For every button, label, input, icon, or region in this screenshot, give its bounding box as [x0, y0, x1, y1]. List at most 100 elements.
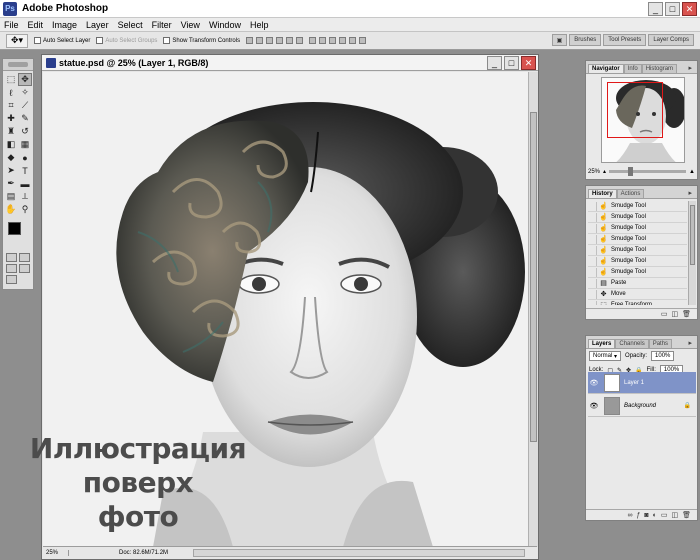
menu-image[interactable]: Image	[52, 20, 77, 30]
standard-mode-icon[interactable]	[6, 253, 17, 262]
panel-menu-icon[interactable]: ▸	[685, 338, 695, 348]
navigator-thumbnail[interactable]	[601, 77, 685, 163]
lasso-tool-icon[interactable]: ℓ	[4, 86, 18, 99]
tab-history[interactable]: History	[588, 189, 617, 198]
zoom-in-icon[interactable]: ▲	[689, 169, 695, 175]
maximize-button[interactable]: □	[665, 2, 680, 16]
zoom-out-icon[interactable]: ▴	[603, 168, 606, 175]
menu-file[interactable]: File	[4, 20, 19, 30]
distribute-bottom-icon[interactable]	[329, 37, 337, 44]
close-button[interactable]: ✕	[682, 2, 697, 16]
distribute-hcenter-icon[interactable]	[349, 37, 357, 44]
align-vcenter-icon[interactable]	[256, 37, 264, 44]
magic-wand-tool-icon[interactable]: ✧	[18, 86, 32, 99]
doc-maximize-button[interactable]: □	[504, 56, 519, 70]
new-layer-icon[interactable]: ◫	[671, 511, 678, 519]
history-item[interactable]: ☝ Smudge Tool	[588, 223, 687, 234]
horizontal-scrollbar[interactable]	[193, 549, 525, 557]
toolbox-header[interactable]	[3, 59, 33, 71]
tab-layers[interactable]: Layers	[588, 339, 616, 348]
shape-tool-icon[interactable]: ▬	[18, 177, 32, 190]
menu-filter[interactable]: Filter	[152, 20, 172, 30]
tab-info[interactable]: Info	[623, 64, 642, 73]
history-item[interactable]: ⬚Free Transform	[588, 300, 687, 305]
screen-mode-standard-icon[interactable]	[6, 264, 17, 273]
layer-mask-icon[interactable]: ◙	[644, 512, 648, 519]
foreground-color-swatch[interactable]	[8, 222, 21, 235]
new-snapshot-icon[interactable]: ◫	[671, 310, 678, 318]
show-transform-controls-checkbox[interactable]: Show Transform Controls	[163, 37, 240, 44]
type-tool-icon[interactable]: T	[18, 164, 32, 177]
navigator-zoom-slider[interactable]	[609, 167, 687, 176]
layer-row[interactable]: 👁 Layer 1	[588, 372, 696, 394]
panel-menu-icon[interactable]: ▸	[685, 63, 695, 73]
brush-tool-icon[interactable]: ✎	[18, 112, 32, 125]
distribute-left-icon[interactable]	[339, 37, 347, 44]
tab-histogram[interactable]: Histogram	[641, 64, 678, 73]
menu-edit[interactable]: Edit	[28, 20, 44, 30]
document-title-bar[interactable]: statue.psd @ 25% (Layer 1, RGB/8)	[42, 55, 538, 71]
align-left-icon[interactable]	[276, 37, 284, 44]
history-item[interactable]: ☝ Smudge Tool	[588, 267, 687, 278]
align-top-icon[interactable]	[246, 37, 254, 44]
trash-icon[interactable]: 🗑	[682, 511, 691, 519]
screen-mode-full-menu-icon[interactable]	[19, 264, 30, 273]
history-brush-tool-icon[interactable]: ↺	[18, 125, 32, 138]
eye-icon[interactable]: 👁	[588, 379, 600, 387]
history-item[interactable]: ☝ Smudge Tool	[588, 245, 687, 256]
history-item[interactable]: ▤ Paste	[588, 278, 687, 289]
auto-select-layer-checkbox[interactable]: Auto Select Layer	[34, 37, 90, 44]
zoom-tool-icon[interactable]: ⚲	[18, 203, 32, 216]
document-size-info[interactable]: Doc: 82.6M/71.2M	[119, 550, 168, 556]
new-document-icon[interactable]: ▭	[661, 310, 668, 318]
crop-tool-icon[interactable]: ⌗	[4, 99, 18, 112]
tab-paths[interactable]: Paths	[648, 339, 673, 348]
opacity-field[interactable]: 100%	[651, 351, 675, 361]
eye-icon[interactable]: 👁	[588, 402, 600, 410]
distribute-top-icon[interactable]	[309, 37, 317, 44]
layer-style-icon[interactable]: ƒ	[636, 512, 640, 519]
navigator-view-box[interactable]	[607, 82, 663, 138]
tab-actions[interactable]: Actions	[616, 189, 645, 198]
distribute-right-icon[interactable]	[359, 37, 367, 44]
healing-brush-tool-icon[interactable]: ✚	[4, 112, 18, 125]
marquee-tool-icon[interactable]: ⬚	[4, 73, 18, 86]
history-scroll-thumb[interactable]	[690, 205, 695, 265]
pen-tool-icon[interactable]: ✒	[4, 177, 18, 190]
trash-icon[interactable]: 🗑	[682, 310, 691, 318]
minimize-button[interactable]: _	[648, 2, 663, 16]
menu-window[interactable]: Window	[209, 20, 241, 30]
tab-channels[interactable]: Channels	[615, 339, 649, 348]
screen-mode-full-icon[interactable]	[6, 275, 17, 284]
zoom-level-field[interactable]: 25%	[43, 549, 69, 556]
history-item[interactable]: ☝ Smudge Tool	[588, 212, 687, 223]
menu-layer[interactable]: Layer	[86, 20, 109, 30]
dodge-tool-icon[interactable]: ●	[18, 151, 32, 164]
palette-tab-layer-comps[interactable]: Layer Comps	[648, 34, 694, 46]
panel-menu-icon[interactable]: ▸	[685, 188, 695, 198]
checkbox-box[interactable]	[163, 37, 171, 44]
zoom-slider-handle[interactable]	[628, 167, 634, 176]
hand-tool-icon[interactable]: ✋	[4, 203, 18, 216]
notes-tool-icon[interactable]: ▤	[4, 190, 18, 203]
menu-help[interactable]: Help	[250, 20, 269, 30]
history-scrollbar[interactable]	[688, 201, 696, 305]
distribute-vcenter-icon[interactable]	[319, 37, 327, 44]
palette-tab-brushes[interactable]: Brushes	[569, 34, 602, 46]
slice-tool-icon[interactable]: ⟋	[18, 99, 32, 112]
blur-tool-icon[interactable]: ◆	[4, 151, 18, 164]
tab-navigator[interactable]: Navigator	[588, 64, 624, 73]
eraser-tool-icon[interactable]: ◧	[4, 138, 18, 151]
history-item[interactable]: ☝ Smudge Tool	[588, 234, 687, 245]
new-group-icon[interactable]: ▭	[661, 511, 668, 519]
layer-row[interactable]: 👁 Background 🔒	[588, 395, 696, 417]
quick-mask-mode-icon[interactable]	[19, 253, 30, 262]
blend-mode-select[interactable]: Normal ▾	[589, 351, 622, 361]
doc-close-button[interactable]: ✕	[521, 56, 536, 70]
link-layers-icon[interactable]: ∞	[627, 512, 632, 519]
align-bottom-icon[interactable]	[266, 37, 274, 44]
navigator-zoom-value[interactable]: 25%	[588, 169, 600, 175]
doc-minimize-button[interactable]: _	[487, 56, 502, 70]
menu-view[interactable]: View	[181, 20, 200, 30]
eyedropper-tool-icon[interactable]: ⟂	[18, 190, 32, 203]
